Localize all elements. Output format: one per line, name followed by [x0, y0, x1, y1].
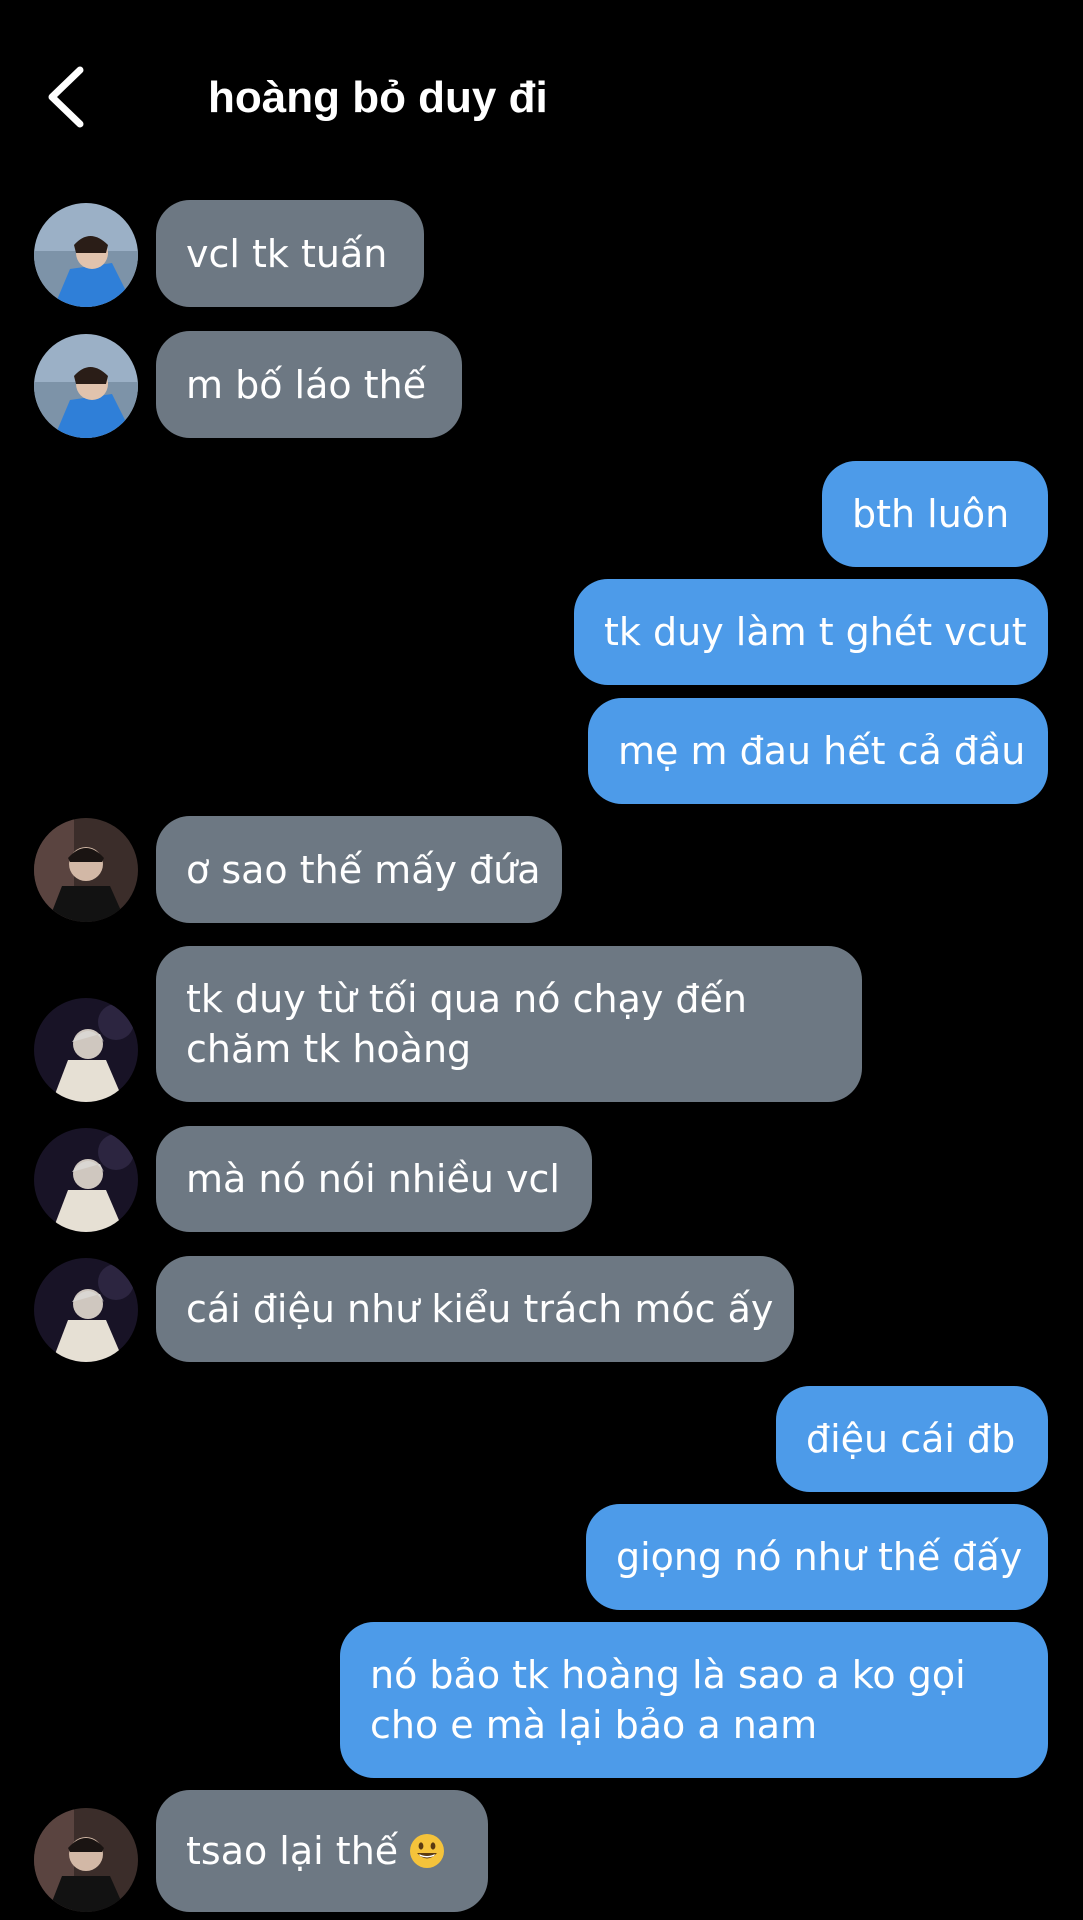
message-bubble-outgoing[interactable]: mẹ m đau hết cả đầu	[588, 698, 1048, 804]
message-text: tk duy làm t ghét vcut	[604, 610, 1027, 654]
avatar-tuan[interactable]	[34, 203, 138, 307]
message-text: mà nó nói nhiều vcl	[186, 1157, 560, 1201]
message-text: giọng nó như thế đấy	[616, 1535, 1023, 1579]
message-text: tsao lại thế	[186, 1829, 399, 1873]
message-bubble-outgoing[interactable]: nó bảo tk hoàng là sao a ko gọi cho e mà…	[340, 1622, 1048, 1778]
chat-title[interactable]: hoàng bỏ duy đi	[208, 68, 548, 128]
message-bubble-incoming[interactable]: ơ sao thế mấy đứa	[156, 816, 562, 923]
message-bubble-incoming[interactable]: tsao lại thế	[156, 1790, 488, 1912]
message-text: tk duy từ tối qua nó chạy đến chăm tk ho…	[186, 977, 748, 1071]
message-bubble-incoming[interactable]: cái điệu như kiểu trách móc ấy	[156, 1256, 794, 1362]
avatar-dark[interactable]	[34, 818, 138, 922]
back-button[interactable]	[40, 62, 96, 132]
chevron-left-icon	[48, 66, 84, 128]
message-bubble-outgoing[interactable]: tk duy làm t ghét vcut	[574, 579, 1048, 685]
message-text: cái điệu như kiểu trách móc ấy	[186, 1287, 774, 1331]
message-bubble-incoming[interactable]: tk duy từ tối qua nó chạy đến chăm tk ho…	[156, 946, 862, 1102]
avatar-white[interactable]	[34, 1128, 138, 1232]
avatar-tuan[interactable]	[34, 334, 138, 438]
avatar-dark[interactable]	[34, 1808, 138, 1912]
message-bubble-outgoing[interactable]: bth luôn	[822, 461, 1048, 567]
avatar-white[interactable]	[34, 1258, 138, 1362]
message-bubble-outgoing[interactable]: điệu cái đb	[776, 1386, 1048, 1492]
message-text: mẹ m đau hết cả đầu	[618, 729, 1026, 773]
chat-header: hoàng bỏ duy đi	[0, 0, 1083, 190]
message-text: m bố láo thế	[186, 362, 427, 407]
grinning-face-icon	[410, 1834, 445, 1868]
message-text: vcl tk tuấn	[186, 231, 388, 276]
message-text: ơ sao thế mấy đứa	[186, 847, 541, 892]
message-text: điệu cái đb	[806, 1417, 1016, 1461]
message-bubble-incoming[interactable]: m bố láo thế	[156, 331, 462, 438]
message-text: bth luôn	[852, 492, 1010, 536]
avatar-white[interactable]	[34, 998, 138, 1102]
message-text: nó bảo tk hoàng là sao a ko gọi cho e mà…	[370, 1653, 966, 1747]
message-bubble-outgoing[interactable]: giọng nó như thế đấy	[586, 1504, 1048, 1610]
message-bubble-incoming[interactable]: mà nó nói nhiều vcl	[156, 1126, 592, 1232]
message-bubble-incoming[interactable]: vcl tk tuấn	[156, 200, 424, 307]
